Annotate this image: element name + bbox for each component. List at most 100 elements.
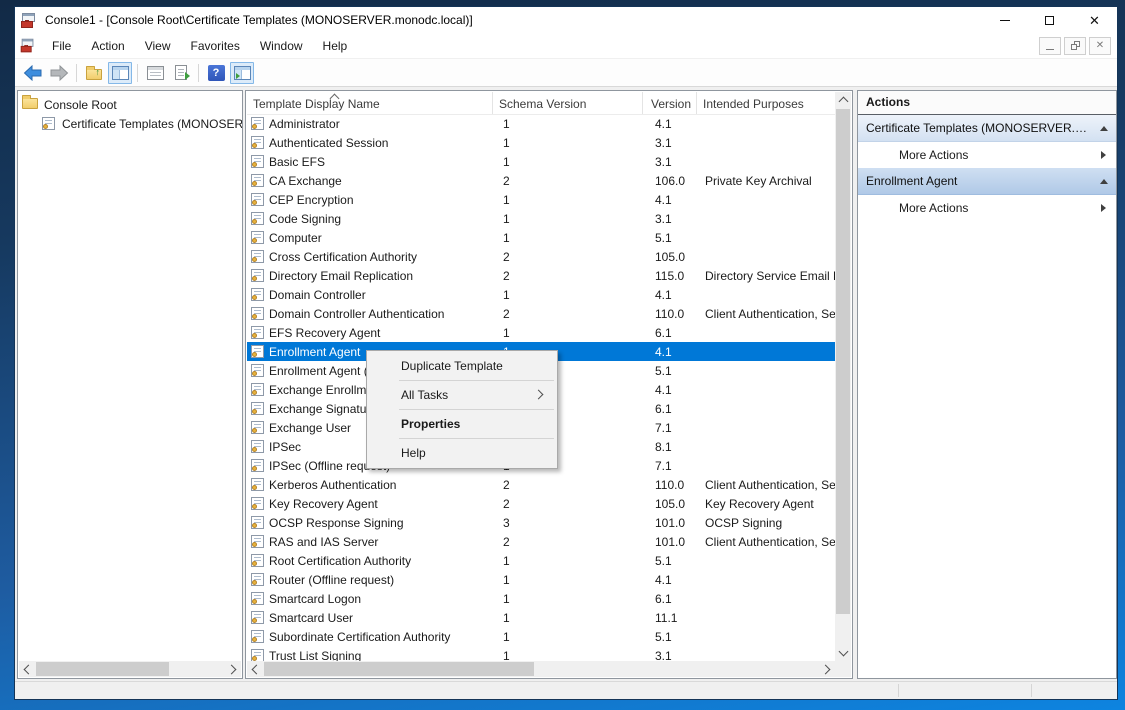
template-row-ocsp-response-signing[interactable]: OCSP Response Signing3101.0OCSP Signing (247, 513, 835, 532)
collapse-icon[interactable] (1100, 179, 1108, 184)
certificate-template-icon (251, 117, 264, 130)
column-header-intended-purposes[interactable]: Intended Purposes (697, 92, 835, 114)
mdi-restore-button[interactable] (1064, 37, 1086, 55)
context-menu-help[interactable]: Help (367, 440, 557, 466)
template-row-directory-email-replication[interactable]: Directory Email Replication2115.0Directo… (247, 266, 835, 285)
list-horizontal-scrollbar[interactable] (247, 661, 835, 677)
mdi-minimize-button[interactable] (1039, 37, 1061, 55)
cell-template-display-name: RAS and IAS Server (269, 535, 497, 549)
back-button[interactable] (21, 62, 45, 84)
template-row-domain-controller-authentication[interactable]: Domain Controller Authentication2110.0Cl… (247, 304, 835, 323)
template-row-trust-list-signing[interactable]: Trust List Signing13.1 (247, 646, 835, 661)
up-one-level-button[interactable]: ↑ (82, 62, 106, 84)
menu-action[interactable]: Action (81, 36, 134, 56)
cell-version: 4.1 (647, 345, 701, 359)
list-vertical-scrollbar[interactable] (835, 92, 851, 661)
template-row-authenticated-session[interactable]: Authenticated Session13.1 (247, 133, 835, 152)
context-menu: Duplicate Template All Tasks Properties Hel… (366, 350, 558, 469)
cell-version: 4.1 (647, 573, 701, 587)
scrollbar-thumb[interactable] (36, 662, 169, 676)
minimize-button[interactable] (982, 7, 1027, 33)
tree-horizontal-scrollbar[interactable] (19, 661, 241, 677)
template-row-key-recovery-agent[interactable]: Key Recovery Agent2105.0Key Recovery Age… (247, 494, 835, 513)
template-row-cep-encryption[interactable]: CEP Encryption14.1 (247, 190, 835, 209)
template-row-computer[interactable]: Computer15.1 (247, 228, 835, 247)
scroll-right-button[interactable] (225, 661, 241, 677)
cell-version: 6.1 (647, 326, 701, 340)
properties-button[interactable] (143, 62, 167, 84)
cell-intended-purposes: Key Recovery Agent (701, 497, 835, 511)
menu-favorites[interactable]: Favorites (181, 36, 250, 56)
tree-item-console-root[interactable]: Console Root (22, 95, 242, 114)
menu-window[interactable]: Window (250, 36, 313, 56)
scrollbar-thumb[interactable] (836, 109, 850, 614)
help-button[interactable]: ? (204, 62, 228, 84)
maximize-icon (1045, 16, 1054, 25)
template-row-domain-controller[interactable]: Domain Controller14.1 (247, 285, 835, 304)
actions-section-title: Certificate Templates (MONOSERVER.mo... (866, 121, 1094, 135)
template-row-administrator[interactable]: Administrator14.1 (247, 114, 835, 133)
template-row-router-offline-request[interactable]: Router (Offline request)14.1 (247, 570, 835, 589)
actions-section-certificate-templates-monoserver-mo[interactable]: Certificate Templates (MONOSERVER.mo... (858, 115, 1116, 142)
context-menu-label: Help (401, 446, 426, 460)
menu-file[interactable]: File (42, 36, 81, 56)
close-button[interactable]: ✕ (1072, 7, 1117, 33)
cell-template-display-name: Basic EFS (269, 155, 497, 169)
scroll-up-button[interactable] (835, 92, 851, 108)
column-header-template-display-name[interactable]: Template Display Name (247, 92, 493, 114)
properties-icon (147, 66, 164, 80)
cell-version: 5.1 (647, 554, 701, 568)
scroll-down-button[interactable] (835, 645, 851, 661)
template-row-ca-exchange[interactable]: CA Exchange2106.0Private Key Archival (247, 171, 835, 190)
actions-sections: Certificate Templates (MONOSERVER.mo... M… (858, 115, 1116, 221)
template-row-root-certification-authority[interactable]: Root Certification Authority15.1 (247, 551, 835, 570)
scroll-right-button[interactable] (819, 661, 835, 677)
column-header-version[interactable]: Version (643, 92, 697, 114)
context-menu-label: Properties (401, 417, 460, 431)
template-row-subordinate-certification-authority[interactable]: Subordinate Certification Authority15.1 (247, 627, 835, 646)
maximize-button[interactable] (1027, 7, 1072, 33)
template-row-smartcard-logon[interactable]: Smartcard Logon16.1 (247, 589, 835, 608)
column-header-schema-version[interactable]: Schema Version (493, 92, 643, 114)
cell-template-display-name: Computer (269, 231, 497, 245)
menu-help[interactable]: Help (313, 36, 358, 56)
template-row-smartcard-user[interactable]: Smartcard User111.1 (247, 608, 835, 627)
certificate-template-icon (251, 193, 264, 206)
console-tree-icon (112, 66, 129, 80)
template-row-cross-certification-authority[interactable]: Cross Certification Authority2105.0 (247, 247, 835, 266)
tree-item-certificate-templates[interactable]: Certificate Templates (MONOSERVER.monodc… (22, 114, 242, 133)
context-menu-all-tasks[interactable]: All Tasks (367, 382, 557, 408)
chevron-up-icon (838, 97, 848, 107)
collapse-icon[interactable] (1100, 126, 1108, 131)
scrollbar-thumb[interactable] (264, 662, 534, 676)
certificate-template-icon (251, 269, 264, 282)
submenu-arrow-icon (1101, 151, 1106, 159)
template-row-kerberos-authentication[interactable]: Kerberos Authentication2110.0Client Auth… (247, 475, 835, 494)
more-actions-item[interactable]: More Actions (858, 142, 1116, 168)
show-console-tree-button[interactable] (108, 62, 132, 84)
certificate-template-icon (251, 573, 264, 586)
menu-view[interactable]: View (135, 36, 181, 56)
certificate-template-icon (251, 630, 264, 643)
template-row-basic-efs[interactable]: Basic EFS13.1 (247, 152, 835, 171)
cell-version: 105.0 (647, 250, 701, 264)
export-list-button[interactable] (169, 62, 193, 84)
cell-schema-version: 1 (497, 193, 647, 207)
menu-separator (399, 438, 554, 439)
cell-version: 110.0 (647, 478, 701, 492)
console-tree-pane: Console Root Certificate Templates (MONO… (17, 90, 243, 679)
more-actions-item[interactable]: More Actions (858, 195, 1116, 221)
template-row-code-signing[interactable]: Code Signing13.1 (247, 209, 835, 228)
actions-section-enrollment-agent[interactable]: Enrollment Agent (858, 168, 1116, 195)
scroll-left-button[interactable] (247, 661, 263, 677)
show-action-pane-button[interactable] (230, 62, 254, 84)
forward-button[interactable] (47, 62, 71, 84)
mdi-close-button[interactable]: ✕ (1089, 37, 1111, 55)
context-menu-duplicate-template[interactable]: Duplicate Template (367, 353, 557, 379)
context-menu-properties[interactable]: Properties (367, 411, 557, 437)
scroll-left-button[interactable] (19, 661, 35, 677)
template-row-ras-and-ias-server[interactable]: RAS and IAS Server2101.0Client Authentic… (247, 532, 835, 551)
close-icon: ✕ (1089, 14, 1100, 27)
cell-version: 106.0 (647, 174, 701, 188)
template-row-efs-recovery-agent[interactable]: EFS Recovery Agent16.1 (247, 323, 835, 342)
